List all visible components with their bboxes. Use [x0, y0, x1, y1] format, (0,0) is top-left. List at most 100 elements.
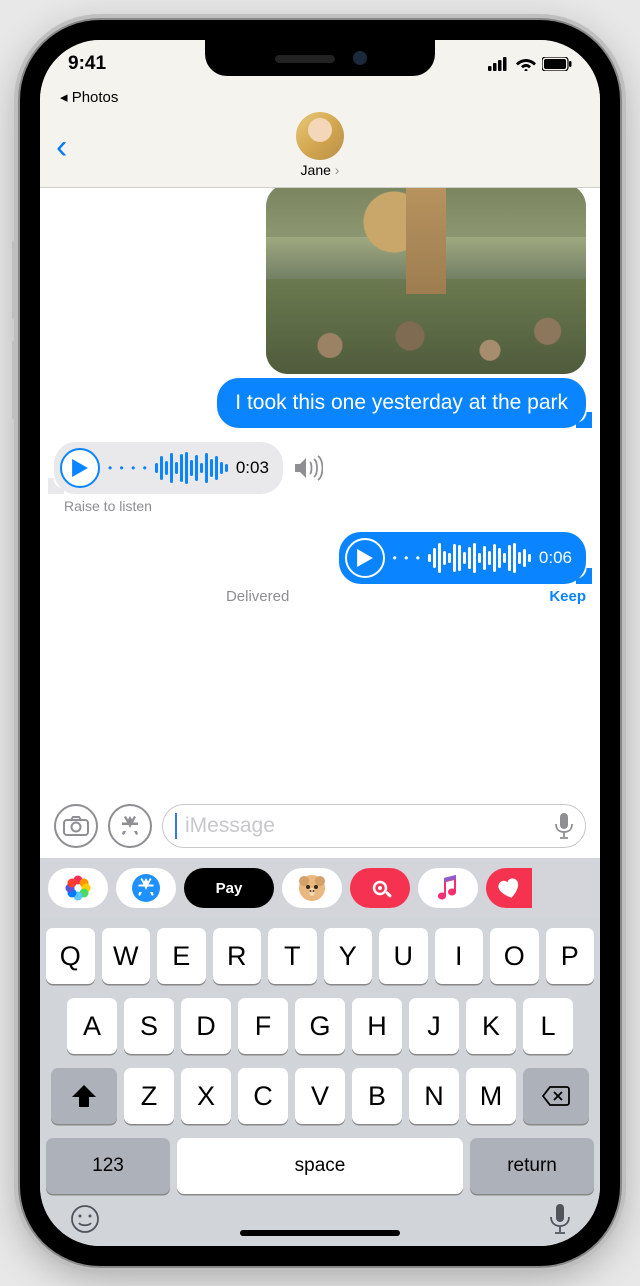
- delivered-label: Delivered: [226, 588, 289, 605]
- keyboard: QWERTYUIOP ASDFGHJKL ZXCVBNM 123 space r…: [40, 918, 600, 1246]
- status-indicators: [488, 57, 572, 71]
- phone-frame: 9:41 ◂ Photos ‹ Jane I took this one yes…: [20, 20, 620, 1266]
- keyboard-row-4: 123 space return: [46, 1138, 594, 1194]
- input-bar: iMessage: [40, 798, 600, 858]
- keyboard-row-2: ASDFGHJKL: [46, 998, 594, 1054]
- app-store-button[interactable]: [108, 804, 152, 848]
- key-q[interactable]: Q: [46, 928, 95, 984]
- dictation-button[interactable]: [555, 813, 573, 839]
- app-photos[interactable]: [48, 868, 108, 908]
- avatar: [296, 112, 344, 160]
- voice-out-status-row: Delivered Keep: [226, 588, 586, 605]
- shift-icon: [72, 1085, 96, 1107]
- app-store-icon: [118, 814, 142, 838]
- photo-message[interactable]: [266, 188, 586, 374]
- received-voice-row: • • • • 0:03: [54, 442, 323, 494]
- cellular-icon: [488, 57, 510, 71]
- app-drawer[interactable]: Pay: [40, 858, 600, 918]
- key-c[interactable]: C: [238, 1068, 288, 1124]
- mic-icon: [555, 813, 573, 839]
- heart-icon: [497, 877, 521, 899]
- key-k[interactable]: K: [466, 998, 516, 1054]
- play-icon: [357, 549, 373, 567]
- key-r[interactable]: R: [213, 928, 262, 984]
- app-pay[interactable]: Pay: [184, 868, 274, 908]
- conversation[interactable]: I took this one yesterday at the park • …: [40, 188, 600, 798]
- keyboard-row-1: QWERTYUIOP: [46, 928, 594, 984]
- app-music[interactable]: [418, 868, 478, 908]
- emoji-icon: [70, 1204, 100, 1234]
- key-l[interactable]: L: [523, 998, 573, 1054]
- battery-icon: [542, 57, 572, 71]
- contact-name: Jane: [301, 162, 340, 178]
- numbers-key[interactable]: 123: [46, 1138, 170, 1194]
- shift-key[interactable]: [51, 1068, 117, 1124]
- input-placeholder: iMessage: [185, 814, 547, 838]
- app-digitaltouch[interactable]: [350, 868, 410, 908]
- key-i[interactable]: I: [435, 928, 484, 984]
- app-heart[interactable]: [486, 868, 532, 908]
- app-animoji[interactable]: [282, 868, 342, 908]
- voice-out-duration: 0:06: [539, 548, 572, 568]
- sent-voice-bubble[interactable]: • • • 0:06: [339, 532, 586, 584]
- raise-to-listen-hint: Raise to listen: [64, 498, 152, 514]
- camera-icon: [63, 816, 89, 836]
- return-key[interactable]: return: [470, 1138, 594, 1194]
- key-m[interactable]: M: [466, 1068, 516, 1124]
- sent-text-bubble[interactable]: I took this one yesterday at the park: [217, 378, 586, 428]
- keep-button[interactable]: Keep: [549, 588, 586, 605]
- keyboard-mic[interactable]: [550, 1204, 570, 1234]
- key-n[interactable]: N: [409, 1068, 459, 1124]
- key-g[interactable]: G: [295, 998, 345, 1054]
- key-t[interactable]: T: [268, 928, 317, 984]
- wifi-icon: [516, 57, 536, 71]
- key-h[interactable]: H: [352, 998, 402, 1054]
- voice-in-duration: 0:03: [236, 458, 269, 478]
- key-s[interactable]: S: [124, 998, 174, 1054]
- waveform-out: • • •: [393, 542, 531, 574]
- photos-icon: [65, 875, 91, 901]
- received-voice-bubble[interactable]: • • • • 0:03: [54, 442, 283, 494]
- speaker-icon[interactable]: [293, 455, 323, 481]
- mic-icon: [550, 1204, 570, 1234]
- back-to-app[interactable]: ◂ Photos: [40, 88, 600, 108]
- play-button-in[interactable]: [60, 448, 100, 488]
- message-input[interactable]: iMessage: [162, 804, 586, 848]
- camera-button[interactable]: [54, 804, 98, 848]
- keyboard-row-3: ZXCVBNM: [46, 1068, 594, 1124]
- key-y[interactable]: Y: [324, 928, 373, 984]
- app-appstore[interactable]: [116, 868, 176, 908]
- back-button[interactable]: ‹: [56, 128, 67, 167]
- music-icon: [437, 875, 459, 901]
- key-v[interactable]: V: [295, 1068, 345, 1124]
- key-u[interactable]: U: [379, 928, 428, 984]
- key-d[interactable]: D: [181, 998, 231, 1054]
- key-w[interactable]: W: [102, 928, 151, 984]
- space-key[interactable]: space: [177, 1138, 463, 1194]
- key-f[interactable]: F: [238, 998, 288, 1054]
- key-o[interactable]: O: [490, 928, 539, 984]
- key-z[interactable]: Z: [124, 1068, 174, 1124]
- digitaltouch-icon: [368, 876, 392, 900]
- emoji-key[interactable]: [70, 1204, 100, 1234]
- status-time: 9:41: [68, 53, 106, 75]
- waveform-in: • • • •: [108, 452, 228, 484]
- backspace-icon: [542, 1086, 570, 1106]
- backspace-key[interactable]: [523, 1068, 589, 1124]
- play-icon: [72, 459, 88, 477]
- contact-header[interactable]: Jane: [296, 112, 344, 178]
- key-b[interactable]: B: [352, 1068, 402, 1124]
- home-indicator[interactable]: [240, 1230, 400, 1236]
- text-cursor: [175, 813, 177, 839]
- key-x[interactable]: X: [181, 1068, 231, 1124]
- key-j[interactable]: J: [409, 998, 459, 1054]
- animoji-icon: [297, 873, 327, 903]
- nav-header: ‹ Jane: [40, 108, 600, 188]
- key-a[interactable]: A: [67, 998, 117, 1054]
- screen: 9:41 ◂ Photos ‹ Jane I took this one yes…: [40, 40, 600, 1246]
- notch: [205, 40, 435, 76]
- key-p[interactable]: P: [546, 928, 595, 984]
- appstore-icon: [131, 873, 161, 903]
- key-e[interactable]: E: [157, 928, 206, 984]
- play-button-out[interactable]: [345, 538, 385, 578]
